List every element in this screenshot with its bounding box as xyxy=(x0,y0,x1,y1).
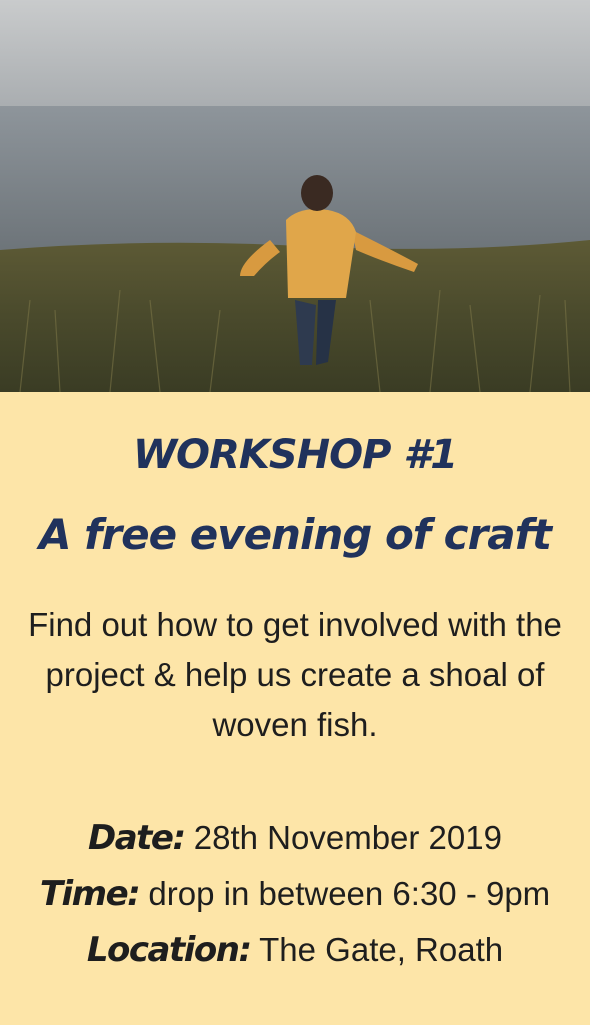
hero-photo-illustration xyxy=(0,0,590,392)
hero-photo xyxy=(0,0,590,392)
time-value: drop in between 6:30 - 9pm xyxy=(148,875,551,912)
location-line: Location: The Gate, Roath xyxy=(0,922,590,978)
location-value: The Gate, Roath xyxy=(259,931,504,968)
date-label: Date: xyxy=(88,818,186,858)
location-label: Location: xyxy=(86,930,252,970)
workshop-info-card: WORKSHOP #1 A free evening of craft Find… xyxy=(0,392,590,1025)
workshop-title: WORKSHOP #1 xyxy=(132,432,458,478)
time-label: Time: xyxy=(39,874,141,914)
workshop-description: Find out how to get involved with the pr… xyxy=(28,606,562,743)
date-line: Date: 28th November 2019 xyxy=(0,810,590,866)
time-line: Time: drop in between 6:30 - 9pm xyxy=(0,866,590,922)
date-value: 28th November 2019 xyxy=(193,819,502,856)
workshop-subtitle: A free evening of craft xyxy=(39,510,552,559)
workshop-details: Date: 28th November 2019 Time: drop in b… xyxy=(0,810,590,978)
sky xyxy=(0,0,590,108)
